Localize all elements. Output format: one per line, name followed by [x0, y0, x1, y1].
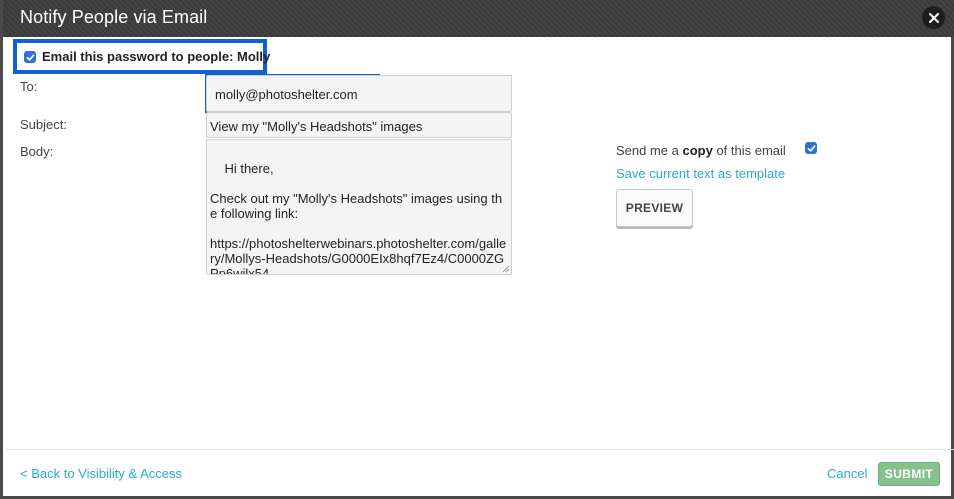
checkmark-icon — [807, 144, 815, 152]
close-icon — [928, 12, 939, 23]
submit-button[interactable]: SUBMIT — [878, 462, 940, 486]
dialog-title: Notify People via Email — [20, 7, 208, 27]
save-template-link[interactable]: Save current text as template — [616, 166, 785, 181]
send-copy-label: Send me a copy of this email — [616, 143, 786, 158]
footer-divider — [6, 449, 954, 450]
subject-label: Subject: — [20, 117, 67, 132]
subject-input[interactable]: View my "Molly's Headshots" images — [206, 112, 512, 138]
send-copy-suffix: of this email — [712, 143, 786, 158]
body-label: Body: — [20, 144, 54, 159]
email-password-label: Email this password to people: Molly — [42, 49, 271, 64]
send-copy-prefix: Send me a — [616, 143, 683, 158]
cancel-button[interactable]: Cancel — [827, 466, 867, 481]
back-to-visibility-link[interactable]: < Back to Visibility & Access — [20, 466, 182, 481]
dialog-titlebar: Notify People via Email — [3, 0, 954, 37]
send-copy-bold: copy — [682, 143, 713, 158]
preview-button[interactable]: PREVIEW — [616, 189, 693, 227]
email-password-checkbox[interactable] — [24, 51, 36, 63]
checkmark-icon — [26, 53, 34, 61]
send-copy-checkbox[interactable] — [805, 142, 817, 154]
to-input[interactable]: molly@photoshelter.com — [206, 75, 512, 112]
close-button[interactable] — [922, 6, 945, 29]
resize-handle-icon[interactable] — [502, 265, 510, 273]
body-textarea[interactable]: Hi there, Check out my "Molly's Headshot… — [206, 139, 512, 275]
to-label: To: — [20, 79, 38, 94]
notify-email-dialog: Notify People via Email Email this passw… — [0, 0, 954, 499]
body-text: Hi there, Check out my "Molly's Headshot… — [210, 161, 507, 275]
